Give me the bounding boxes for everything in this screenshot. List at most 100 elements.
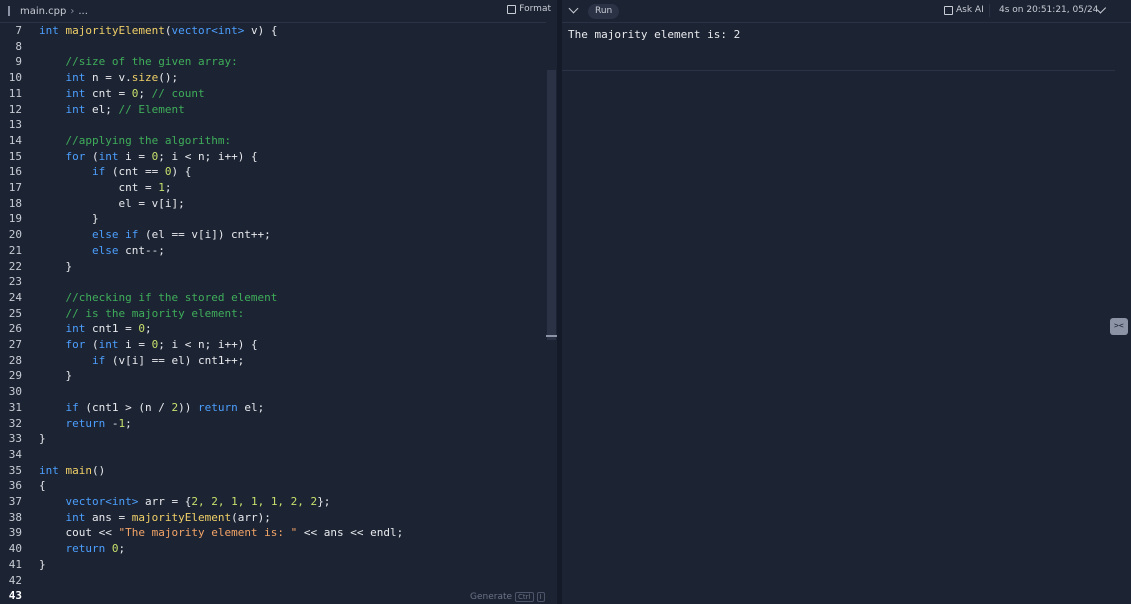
console-toolbar: Run Ask AI 4s on 20:51:21, 05/24 xyxy=(562,0,1131,23)
code-token: // is the majority element: xyxy=(65,306,245,320)
line-content: el = v[i]; xyxy=(39,196,184,212)
line-number: 12 xyxy=(8,102,22,116)
code-token: ; xyxy=(125,416,132,430)
code-line[interactable]: 14 //applying the algorithm: xyxy=(0,133,231,149)
code-line[interactable]: 29 } xyxy=(0,368,72,384)
code-line[interactable]: 35 int main() xyxy=(0,463,106,479)
code-token: vector<int> xyxy=(65,495,139,508)
line-number: 28 xyxy=(8,353,22,367)
run-button[interactable]: Run xyxy=(588,4,620,19)
editor-scrollbar[interactable] xyxy=(546,22,557,604)
code-token: (cnt == xyxy=(105,165,165,179)
code-token: (cnt1 > (n / xyxy=(78,400,172,414)
code-line[interactable]: 42 xyxy=(0,573,22,589)
line-content: if (v[i] == el) cnt1++; xyxy=(39,353,244,369)
code-line[interactable]: 17 cnt = 1; xyxy=(0,180,172,196)
code-line[interactable]: 41} xyxy=(0,557,46,573)
code-line[interactable]: 18 el = v[i]; xyxy=(0,196,185,212)
code-token: (v[i] == el) cnt1++; xyxy=(105,353,245,367)
code-line[interactable]: 7 int majorityElement(vector<int> v) { xyxy=(0,23,277,39)
generate-hint[interactable]: Generate Ctrl I xyxy=(470,592,545,602)
code-token: i = xyxy=(118,149,152,163)
code-token: return xyxy=(65,416,106,430)
code-token: arr = { xyxy=(138,495,192,508)
code-line[interactable]: 22 } xyxy=(0,259,72,275)
code-token: } xyxy=(65,259,73,273)
shortcut-ctrl: Ctrl xyxy=(515,592,534,602)
code-line[interactable]: 43 xyxy=(0,588,22,604)
code-line[interactable]: 25 // is the majority element: xyxy=(0,306,245,322)
line-number: 18 xyxy=(8,196,22,210)
code-line[interactable]: 26 int cnt1 = 0; xyxy=(0,321,152,337)
code-token: cout << xyxy=(65,526,119,540)
line-content: int ans = majorityElement(arr); xyxy=(39,510,271,526)
ask-ai-button[interactable]: Ask AI xyxy=(944,5,984,15)
scroll-thumb[interactable] xyxy=(547,70,556,340)
code-line[interactable]: 38 int ans = majorityElement(arr); xyxy=(0,510,271,526)
code-line[interactable]: 32 return -1; xyxy=(0,416,132,432)
file-icon xyxy=(8,6,16,16)
line-number: 13 xyxy=(8,118,22,132)
line-number: 33 xyxy=(8,432,22,446)
code-line[interactable]: 23 xyxy=(0,274,22,290)
line-number: 16 xyxy=(8,165,22,179)
code-line[interactable]: 33} xyxy=(0,431,46,447)
code-line[interactable]: 36 { xyxy=(0,478,46,494)
code-line[interactable]: 9 //size of the given array: xyxy=(0,54,237,70)
code-token: ( xyxy=(85,338,99,351)
code-line[interactable]: 21 else cnt--; xyxy=(0,243,165,259)
line-number: 9 xyxy=(15,55,22,69)
code-line[interactable]: 30 xyxy=(0,384,22,400)
format-button[interactable]: Format xyxy=(507,4,551,14)
code-line[interactable]: 40 return 0; xyxy=(0,541,125,557)
code-line[interactable]: 31 if (cnt1 > (n / 2)) return el; xyxy=(0,400,264,416)
line-content: int n = v.size(); xyxy=(39,70,179,86)
code-line[interactable]: 39 cout << "The majority element is: " <… xyxy=(0,525,404,541)
line-number: 20 xyxy=(8,228,22,242)
line-number: 34 xyxy=(8,447,22,461)
code-line[interactable]: 34 xyxy=(0,447,22,463)
code-line[interactable]: 15 for (int i = 0; i < n; i++) { xyxy=(0,149,258,165)
code-token: int xyxy=(98,338,119,351)
code-line[interactable]: 37 vector<int> arr = {2, 2, 1, 1, 1, 2, … xyxy=(0,494,331,510)
code-token: cnt1 = xyxy=(85,322,139,336)
code-line[interactable]: 13 xyxy=(0,117,22,133)
code-line[interactable]: 16 if (cnt == 0) { xyxy=(0,164,192,180)
code-line[interactable]: 19 } xyxy=(0,211,99,227)
line-number: 7 xyxy=(15,24,22,37)
code-line[interactable]: 24 //checking if the stored element xyxy=(0,290,278,306)
code-editor[interactable]: 7 int majorityElement(vector<int> v) {8 9 … xyxy=(0,22,545,604)
line-number: 19 xyxy=(8,212,22,226)
code-line[interactable]: 27 for (int i = 0; i < n; i++) { xyxy=(0,337,258,353)
code-line[interactable]: 11 int cnt = 0; // count xyxy=(0,86,205,102)
code-token: v) { xyxy=(244,24,278,37)
code-token: } xyxy=(39,557,46,571)
code-line[interactable]: 10 int n = v.size(); xyxy=(0,70,178,86)
code-line[interactable]: 8 xyxy=(0,39,22,55)
code-line[interactable]: 28 if (v[i] == el) cnt1++; xyxy=(0,353,245,369)
code-token: cnt = xyxy=(118,181,159,194)
chevron-down-icon[interactable] xyxy=(568,3,579,14)
code-line[interactable]: 12 int el; // Element xyxy=(0,102,185,118)
editor-pane: main.cpp › ... Format 7 int majorityEleme… xyxy=(0,0,558,604)
code-token: i = xyxy=(118,338,152,351)
collapse-icon[interactable]: >< xyxy=(1110,318,1128,335)
code-token: ; xyxy=(118,542,126,556)
ask-ai-label: Ask AI xyxy=(956,5,984,15)
code-line[interactable]: 20 else if (el == v[i]) cnt++; xyxy=(0,227,271,243)
breadcrumb-file[interactable]: main.cpp xyxy=(20,6,66,17)
breadcrumb-more[interactable]: ... xyxy=(78,6,88,17)
code-token: int xyxy=(65,86,86,100)
